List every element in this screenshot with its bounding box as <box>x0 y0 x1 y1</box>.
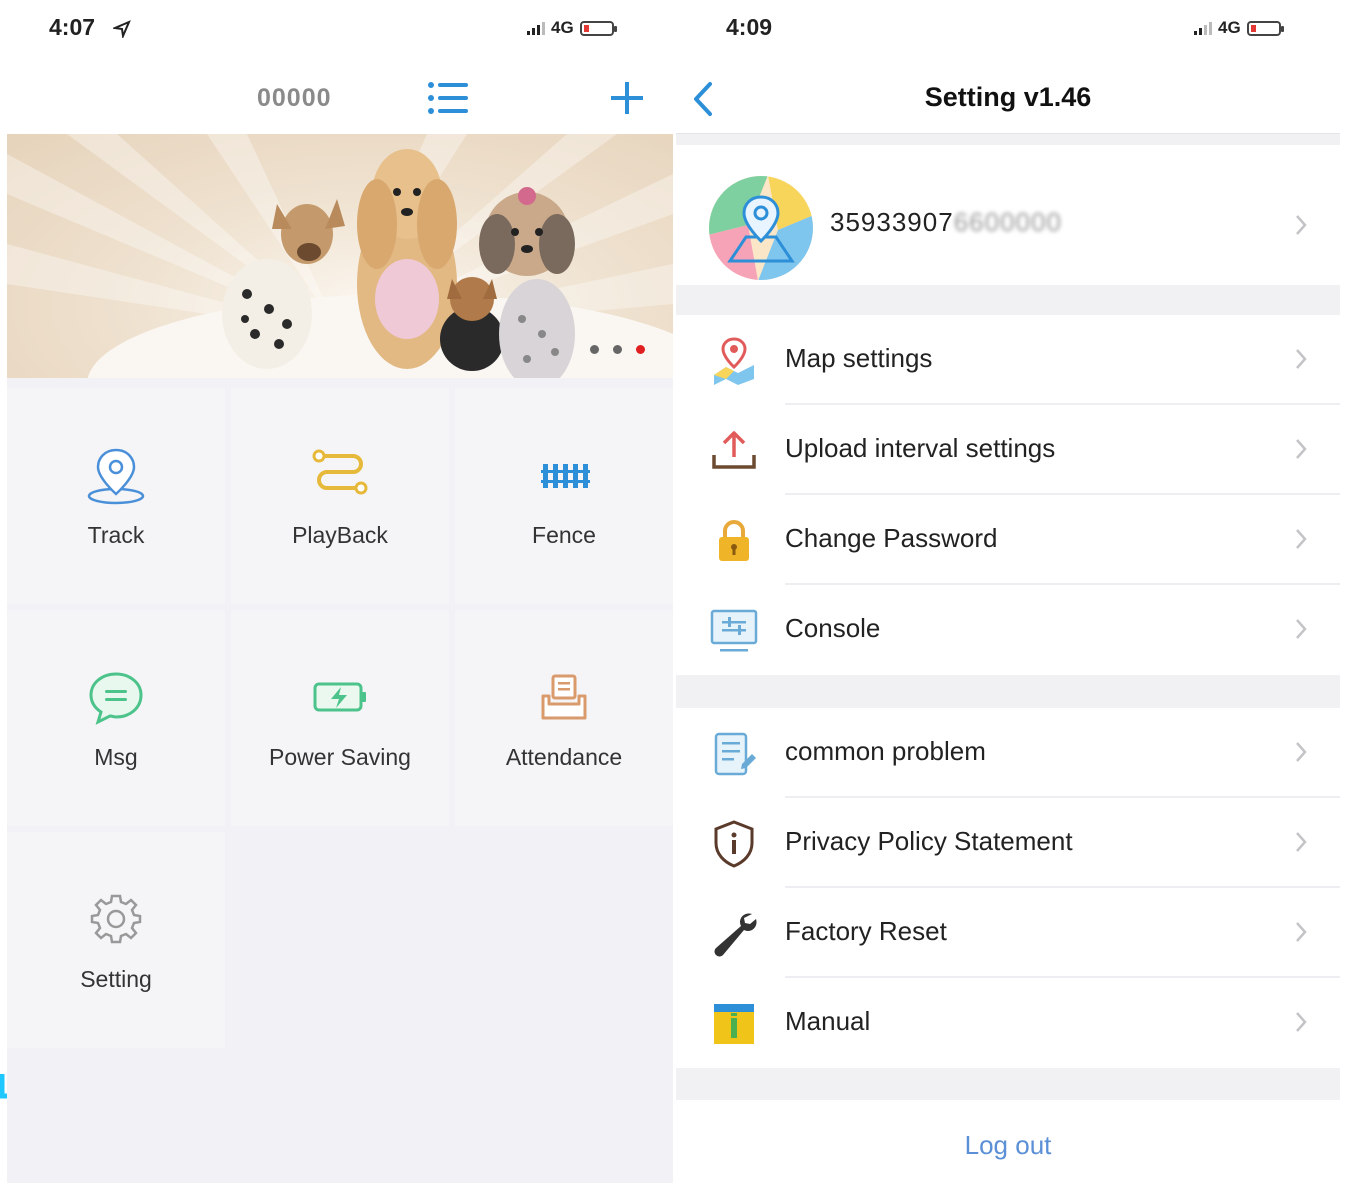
menu-item-manual[interactable]: Manual <box>676 978 1340 1068</box>
menu-item-factory-reset[interactable]: Factory Reset <box>676 888 1340 978</box>
map-settings-icon <box>714 337 754 385</box>
grid-item-playback[interactable]: PlayBack <box>231 388 449 604</box>
grid-label: Fence <box>532 521 596 548</box>
logout-label: Log out <box>964 1130 1052 1160</box>
home-navbar: 00000 <box>7 62 673 134</box>
console-icon <box>710 609 758 652</box>
chevron-right-icon <box>1296 349 1307 369</box>
menu-item-label: common problem <box>785 736 986 766</box>
grid-label: Power Saving <box>269 743 411 770</box>
signal-icon <box>1194 21 1212 35</box>
grid-label: Setting <box>80 965 152 992</box>
status-indicators: 4G <box>527 18 617 38</box>
grid-label: PlayBack <box>292 521 388 548</box>
wrench-icon <box>714 913 757 957</box>
screenshot-canvas: 4:07 4G 00000 Track PlayBack Fence Msg P… <box>0 0 1345 1183</box>
menu-item-common-problem[interactable]: common problem <box>676 708 1340 798</box>
chevron-right-icon <box>1296 619 1307 639</box>
menu-item-console[interactable]: Console <box>676 585 1340 675</box>
menu-item-label: Factory Reset <box>785 916 947 946</box>
menu-item-map-settings[interactable]: Map settings <box>676 315 1340 405</box>
grid-label: Track <box>87 521 145 548</box>
location-pin-icon <box>87 448 145 504</box>
chevron-right-icon <box>1296 1012 1307 1032</box>
logout-button[interactable]: Log out <box>676 1100 1340 1183</box>
location-arrow-icon <box>113 20 131 38</box>
device-name[interactable]: 00000 <box>257 84 332 113</box>
settings-screen: 4:09 4G Setting v1.46 359339076600000 Ma… <box>676 0 1340 1183</box>
menu-item-label: Change Password <box>785 523 998 553</box>
menu-item-privacy-policy[interactable]: Privacy Policy Statement <box>676 798 1340 888</box>
chevron-right-icon <box>1296 832 1307 852</box>
device-list-icon[interactable] <box>427 80 469 116</box>
status-indicators: 4G <box>1194 18 1284 38</box>
device-avatar-icon <box>709 176 813 280</box>
fence-icon <box>541 463 590 488</box>
add-device-icon[interactable] <box>607 78 647 118</box>
pagination-dot[interactable] <box>590 345 599 354</box>
pagination-dot-active[interactable] <box>636 345 645 354</box>
device-profile-row[interactable]: 359339076600000 <box>676 145 1340 285</box>
status-bar: 4:09 4G <box>676 0 1340 62</box>
menu-item-label: Console <box>785 613 881 643</box>
menu-item-label: Manual <box>785 1006 871 1036</box>
settings-group-1: Map settings Upload interval settings Ch… <box>676 315 1340 675</box>
network-label: 4G <box>551 18 574 37</box>
menu-item-label: Privacy Policy Statement <box>785 826 1073 856</box>
menu-item-label: Upload interval settings <box>785 433 1056 463</box>
shield-info-icon <box>714 820 754 868</box>
grid-item-setting[interactable]: Setting <box>7 832 225 1048</box>
grid-item-power-saving[interactable]: Power Saving <box>231 610 449 826</box>
page-title: Setting v1.46 <box>924 82 1092 112</box>
device-imei: 359339076600000 <box>830 207 1062 237</box>
promo-banner[interactable] <box>7 134 673 378</box>
gear-icon <box>90 894 142 943</box>
upload-icon <box>712 431 756 469</box>
chevron-right-icon <box>1296 529 1307 549</box>
grid-item-msg[interactable]: Msg <box>7 610 225 826</box>
settings-group-2: common problem Privacy Policy Statement <box>676 708 1340 1068</box>
grid-item-track[interactable]: Track <box>7 388 225 604</box>
settings-navbar: Setting v1.46 <box>676 62 1340 134</box>
chevron-right-icon <box>1296 922 1307 942</box>
battery-icon <box>579 20 617 36</box>
grid-label: Msg <box>94 743 138 770</box>
route-icon <box>312 449 368 494</box>
grid-item-fence[interactable]: Fence <box>455 388 673 604</box>
status-time: 4:07 <box>49 14 96 40</box>
chat-bubble-icon <box>89 671 143 725</box>
network-label: 4G <box>1218 18 1241 37</box>
pagination-dot[interactable] <box>613 345 622 354</box>
status-time: 4:09 <box>726 14 773 40</box>
menu-item-upload-interval[interactable]: Upload interval settings <box>676 405 1340 495</box>
menu-item-change-password[interactable]: Change Password <box>676 495 1340 585</box>
chevron-right-icon <box>1296 215 1307 235</box>
printer-icon <box>541 674 587 719</box>
home-screen: 4:07 4G 00000 Track PlayBack Fence Msg P… <box>7 0 673 1183</box>
banner-pagination[interactable] <box>590 345 645 354</box>
document-icon <box>714 732 756 776</box>
chevron-right-icon <box>1296 439 1307 459</box>
battery-bolt-icon <box>313 682 366 711</box>
manual-icon <box>714 1004 754 1044</box>
menu-item-label: Map settings <box>785 343 933 373</box>
status-bar: 4:07 4G <box>7 0 673 62</box>
battery-icon <box>1246 20 1284 36</box>
grid-item-attendance[interactable]: Attendance <box>455 610 673 826</box>
grid-label: Attendance <box>505 743 623 770</box>
chevron-right-icon <box>1296 742 1307 762</box>
signal-icon <box>527 21 545 35</box>
dogs-illustration <box>7 134 673 378</box>
lock-icon <box>719 520 749 561</box>
